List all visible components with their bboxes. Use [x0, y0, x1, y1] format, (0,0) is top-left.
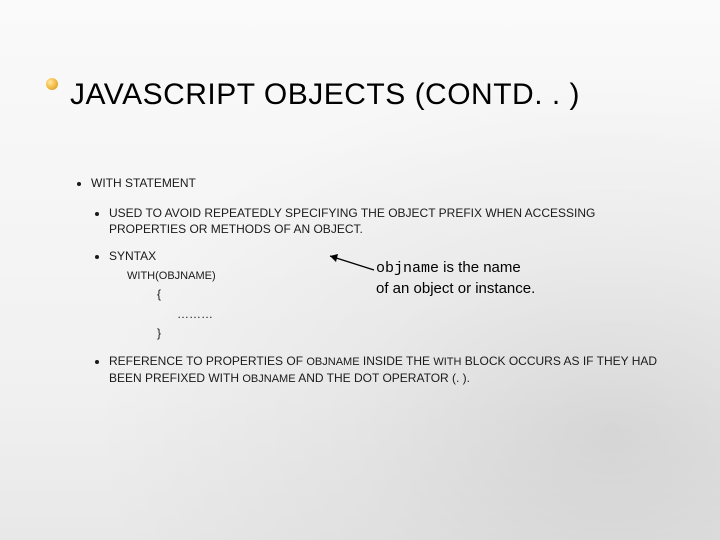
callout-line2: of an object or instance.: [376, 279, 535, 299]
reference-objname2: OBJNAME: [242, 373, 295, 385]
callout-rest1: is the name: [439, 259, 521, 276]
bullet-reference: REFERENCE TO PROPERTIES OF OBJNAME INSID…: [109, 353, 670, 387]
reference-with: WITH: [433, 356, 461, 368]
title-bullet-icon: [46, 78, 58, 90]
reference-part1: REFERENCE TO PROPERTIES OF: [109, 354, 306, 368]
callout-text: objname is the name of an object or inst…: [376, 258, 535, 298]
syntax-dots: ………: [177, 305, 670, 324]
bullet-used-to: USED TO AVOID REPEATEDLY SPECIFYING THE …: [109, 205, 670, 237]
syntax-close-brace: }: [157, 324, 670, 343]
syntax-label: SYNTAX: [109, 249, 156, 263]
bullet-with-statement: WITH STATEMENT: [91, 175, 670, 191]
slide-title: JAVASCRIPT OBJECTS (CONTD. . ): [70, 78, 680, 112]
slide: JAVASCRIPT OBJECTS (CONTD. . ) WITH STAT…: [0, 0, 720, 540]
reference-part2: INSIDE THE: [360, 354, 434, 368]
callout-objname: objname: [376, 260, 439, 277]
reference-part4: AND THE DOT OPERATOR (. ).: [296, 371, 470, 385]
reference-objname1: OBJNAME: [306, 356, 359, 368]
slide-content: WITH STATEMENT USED TO AVOID REPEATEDLY …: [75, 175, 670, 397]
